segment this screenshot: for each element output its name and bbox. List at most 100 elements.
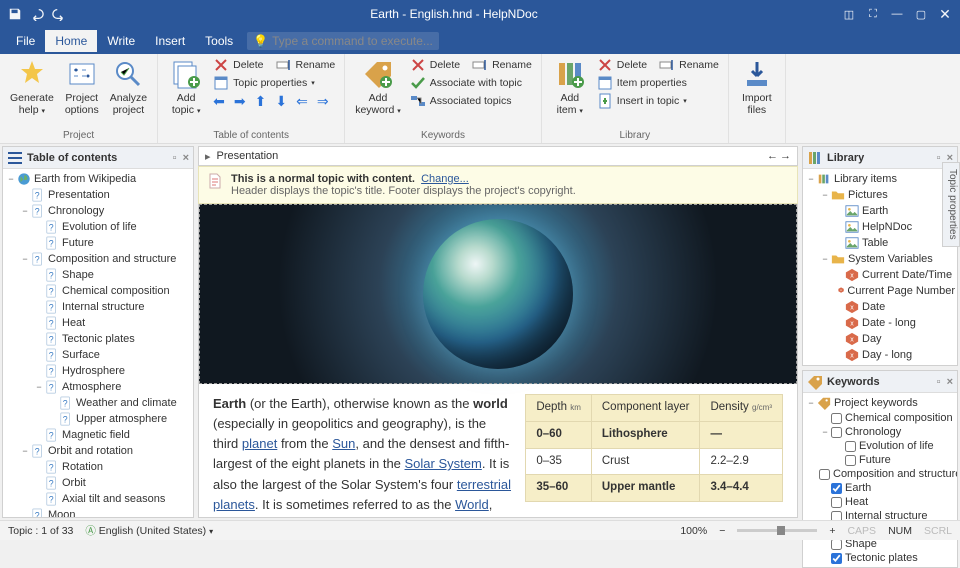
tree-node[interactable]: −?Composition and structure bbox=[3, 251, 193, 267]
move-arrow-3[interactable]: ⬇ bbox=[272, 92, 290, 111]
keyword-checkbox[interactable] bbox=[831, 483, 842, 494]
pin-icon[interactable]: ▫ bbox=[937, 152, 941, 164]
tell-me-input[interactable]: 💡Type a command to execute... bbox=[247, 32, 439, 50]
tree-node[interactable]: ?Upper atmosphere bbox=[3, 411, 193, 427]
pin-icon[interactable]: ▫ bbox=[937, 376, 941, 388]
tree-node[interactable]: ?Orbit bbox=[3, 475, 193, 491]
keyword-checkbox[interactable] bbox=[831, 553, 842, 564]
menu-home[interactable]: Home bbox=[45, 30, 97, 52]
tree-node[interactable]: −Chronology bbox=[803, 425, 957, 439]
add-item[interactable]: Additem ▾ bbox=[548, 56, 592, 128]
pin-icon[interactable]: ▫ bbox=[173, 152, 177, 164]
keyword-checkbox[interactable] bbox=[845, 441, 856, 452]
tree-node[interactable]: Heat bbox=[803, 495, 957, 509]
tree-node[interactable]: ?Future bbox=[3, 235, 193, 251]
tree-node[interactable]: Evolution of life bbox=[803, 439, 957, 453]
topic-properties-tab[interactable]: Topic properties bbox=[942, 162, 960, 247]
menu-insert[interactable]: Insert bbox=[145, 30, 195, 52]
add-keyword[interactable]: Addkeyword ▾ bbox=[351, 56, 405, 128]
tree-node[interactable]: ?Heat bbox=[3, 315, 193, 331]
link-world[interactable]: World bbox=[455, 497, 489, 512]
redo-icon[interactable] bbox=[52, 7, 66, 21]
status-zoom[interactable]: 100% bbox=[680, 525, 707, 537]
tree-node[interactable]: −?Orbit and rotation bbox=[3, 443, 193, 459]
ribbon-delete[interactable]: Delete bbox=[210, 56, 266, 74]
ribbon-insert-in-topic[interactable]: Insert in topic ▾ bbox=[594, 92, 690, 110]
tree-node[interactable]: Earth bbox=[803, 481, 957, 495]
tree-node[interactable]: ?Weather and climate bbox=[3, 395, 193, 411]
tree-node[interactable]: Table bbox=[803, 235, 957, 251]
tree-node[interactable]: −Pictures bbox=[803, 187, 957, 203]
ribbon-item-properties[interactable]: Item properties bbox=[594, 74, 690, 92]
tree-node[interactable]: Chemical composition bbox=[803, 411, 957, 425]
tree-node[interactable]: −?Chronology bbox=[3, 203, 193, 219]
fullscreen-icon[interactable]: ⛶ bbox=[866, 7, 880, 21]
tree-node[interactable]: xDate - long bbox=[803, 315, 957, 331]
tree-node[interactable]: xDay bbox=[803, 331, 957, 347]
tree-node[interactable]: ?Moon bbox=[3, 507, 193, 517]
link-solar-system[interactable]: Solar System bbox=[405, 456, 482, 471]
breadcrumb-item[interactable]: Presentation bbox=[217, 150, 279, 162]
ribbon-rename[interactable]: Rename bbox=[469, 56, 535, 74]
move-arrow-1[interactable]: ➡ bbox=[231, 92, 249, 111]
project-options[interactable]: Projectoptions bbox=[60, 56, 104, 128]
tree-node[interactable]: ?Presentation bbox=[3, 187, 193, 203]
keyword-checkbox[interactable] bbox=[819, 469, 830, 480]
tree-node[interactable]: Future bbox=[803, 453, 957, 467]
menu-file[interactable]: File bbox=[6, 30, 45, 52]
nav-back-icon[interactable]: ← bbox=[767, 150, 778, 162]
ribbon-delete[interactable]: Delete bbox=[407, 56, 463, 74]
move-arrow-5[interactable]: ⇒ bbox=[314, 92, 332, 111]
tree-node[interactable]: ?Rotation bbox=[3, 459, 193, 475]
tree-node[interactable]: Tectonic plates bbox=[803, 551, 957, 565]
keyword-checkbox[interactable] bbox=[831, 539, 842, 550]
analyze-project[interactable]: Analyzeproject bbox=[106, 56, 151, 128]
ribbon-associate-with-topic[interactable]: Associate with topic bbox=[407, 74, 525, 92]
tree-node[interactable]: ?Hydrosphere bbox=[3, 363, 193, 379]
move-arrow-2[interactable]: ⬆ bbox=[252, 92, 270, 111]
tree-node[interactable]: ?Magnetic field bbox=[3, 427, 193, 443]
add-topic[interactable]: Addtopic ▾ bbox=[164, 56, 208, 128]
ribbon-associated-topics[interactable]: Associated topics bbox=[407, 92, 515, 110]
move-arrow-4[interactable]: ⇐ bbox=[293, 92, 311, 111]
minimize-icon[interactable]: — bbox=[890, 7, 904, 21]
tree-node[interactable]: xDate bbox=[803, 299, 957, 315]
ribbon-rename[interactable]: Rename bbox=[273, 56, 339, 74]
undo-icon[interactable] bbox=[30, 7, 44, 21]
zoom-in-icon[interactable]: + bbox=[829, 525, 835, 537]
ribbon-topic-properties[interactable]: Topic properties ▾ bbox=[210, 74, 318, 92]
keyword-checkbox[interactable] bbox=[831, 497, 842, 508]
tree-node[interactable]: xCurrent Date/Time bbox=[803, 267, 957, 283]
tree-node[interactable]: −Project keywords bbox=[803, 395, 957, 411]
link-terra[interactable]: Terra bbox=[429, 517, 459, 518]
window-helper-icon[interactable]: ◫ bbox=[842, 7, 856, 21]
generate-help[interactable]: Generatehelp ▾ bbox=[6, 56, 58, 128]
zoom-slider[interactable] bbox=[737, 529, 817, 532]
tree-node[interactable]: −System Variables bbox=[803, 251, 957, 267]
keyword-checkbox[interactable] bbox=[831, 427, 842, 438]
tree-node[interactable]: ?Axial tilt and seasons bbox=[3, 491, 193, 507]
status-lang[interactable]: Ⓐ English (United States) ▾ bbox=[85, 523, 213, 538]
tree-node[interactable]: −?Atmosphere bbox=[3, 379, 193, 395]
tree-node[interactable]: ?Internal structure bbox=[3, 299, 193, 315]
tree-node[interactable]: −Library items bbox=[803, 171, 957, 187]
menu-tools[interactable]: Tools bbox=[195, 30, 243, 52]
save-icon[interactable] bbox=[8, 7, 22, 21]
notice-change-link[interactable]: Change... bbox=[421, 173, 469, 185]
move-arrow-0[interactable]: ⬅ bbox=[210, 92, 228, 111]
tree-node[interactable]: Composition and structure bbox=[803, 467, 957, 481]
import-files[interactable]: Importfiles bbox=[735, 56, 779, 139]
tree-node[interactable]: ?Tectonic plates bbox=[3, 331, 193, 347]
tree-node[interactable]: ?Evolution of life bbox=[3, 219, 193, 235]
tree-node[interactable]: ?Surface bbox=[3, 347, 193, 363]
nav-fwd-icon[interactable]: → bbox=[780, 150, 791, 162]
link-planet[interactable]: planet bbox=[242, 436, 277, 451]
keyword-checkbox[interactable] bbox=[845, 455, 856, 466]
keyword-checkbox[interactable] bbox=[831, 413, 842, 424]
tree-node[interactable]: −Earth from Wikipedia bbox=[3, 171, 193, 187]
zoom-out-icon[interactable]: − bbox=[719, 525, 725, 537]
panel-close-icon[interactable]: × bbox=[183, 152, 189, 164]
tree-node[interactable]: HelpNDoc bbox=[803, 219, 957, 235]
panel-close-icon[interactable]: × bbox=[947, 376, 953, 388]
link-sun[interactable]: Sun bbox=[332, 436, 355, 451]
